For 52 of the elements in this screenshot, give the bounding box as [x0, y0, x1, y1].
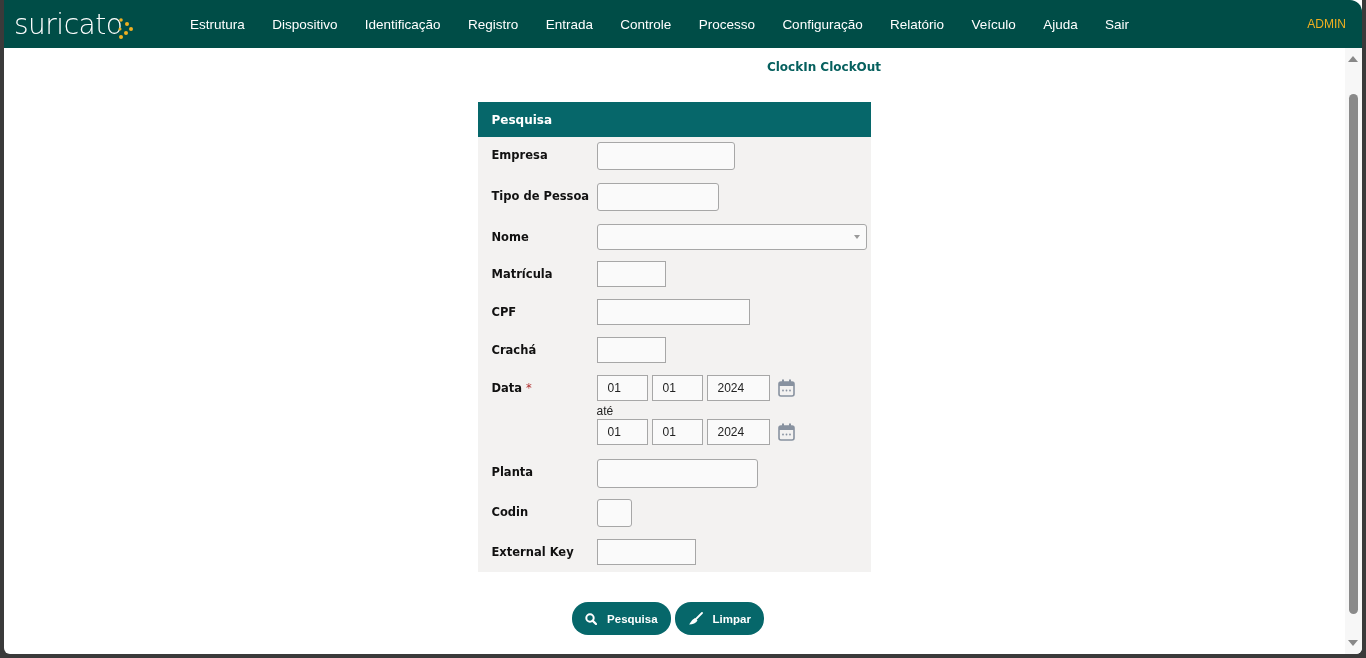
- field-label: Empresa: [491, 147, 549, 164]
- menu-item[interactable]: Identificação: [351, 16, 455, 32]
- input-field[interactable]: [596, 142, 735, 170]
- panel-header: Pesquisa: [477, 102, 871, 137]
- search-icon: [585, 612, 598, 625]
- user-name[interactable]: ADMIN: [1307, 17, 1346, 31]
- input-field[interactable]: [596, 459, 758, 488]
- menu-item[interactable]: Relatório: [876, 16, 958, 32]
- field-label: External Key: [491, 544, 575, 561]
- calendar-icon[interactable]: [777, 423, 795, 441]
- field-label: Matrícula: [491, 266, 554, 283]
- menu-item[interactable]: Processo: [685, 16, 769, 32]
- day-field[interactable]: 01: [596, 375, 648, 401]
- menu-item[interactable]: Entrada: [531, 16, 607, 32]
- menu-item[interactable]: Dispositivo: [258, 16, 352, 32]
- month-field[interactable]: 01: [651, 419, 703, 445]
- menu-item[interactable]: Configuração: [768, 16, 877, 32]
- search-button[interactable]: Pesquisa: [572, 602, 671, 635]
- field-label: Codin: [491, 504, 530, 521]
- field-label: Planta: [491, 464, 535, 481]
- input-field[interactable]: [596, 261, 666, 287]
- menu-item[interactable]: Controle: [606, 16, 686, 32]
- suricato-logo[interactable]: suricato: [14, 7, 135, 41]
- day-field[interactable]: 01: [596, 419, 648, 445]
- page-title: ClockIn ClockOut: [766, 60, 882, 74]
- caret-icon: [853, 235, 860, 239]
- scroll-up-icon[interactable]: [1348, 56, 1358, 62]
- field-label: Nome: [491, 229, 530, 246]
- year-field[interactable]: 2024: [706, 419, 770, 445]
- calendar-icon[interactable]: [777, 379, 795, 397]
- field-label: Crachá: [491, 342, 538, 359]
- menu-item[interactable]: Veículo: [957, 16, 1030, 32]
- input-field[interactable]: [596, 499, 632, 527]
- input-field[interactable]: [596, 299, 750, 325]
- dropdown-field[interactable]: [596, 224, 867, 250]
- field-label: Data *: [491, 380, 533, 397]
- menu-item[interactable]: Registro: [454, 16, 532, 32]
- date-range-separator: até: [596, 403, 615, 419]
- input-field[interactable]: [596, 337, 666, 363]
- month-field[interactable]: 01: [651, 375, 703, 401]
- broom-icon: [687, 612, 703, 625]
- menu-item[interactable]: Ajuda: [1029, 16, 1092, 32]
- scrollbar[interactable]: [1345, 48, 1362, 654]
- year-field[interactable]: 2024: [706, 375, 770, 401]
- input-field[interactable]: [596, 183, 719, 211]
- menu-item[interactable]: Estrutura: [176, 16, 259, 32]
- input-field[interactable]: [596, 539, 696, 565]
- field-label: CPF: [491, 304, 518, 321]
- field-label: Tipo de Pessoa: [491, 188, 591, 205]
- menu-item[interactable]: Sair: [1091, 16, 1143, 32]
- scroll-down-icon[interactable]: [1348, 640, 1358, 646]
- clear-button[interactable]: Limpar: [674, 602, 764, 635]
